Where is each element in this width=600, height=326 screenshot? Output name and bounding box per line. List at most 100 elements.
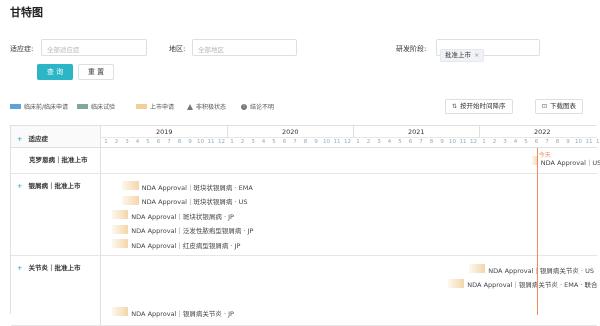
legend-label: 结论不明 bbox=[250, 102, 274, 111]
month-label: 8 bbox=[301, 139, 311, 145]
legend-swatch bbox=[136, 104, 147, 109]
legend-label: 临床试验 bbox=[91, 102, 115, 111]
month-label: 3 bbox=[248, 139, 258, 145]
gantt-bar[interactable] bbox=[448, 279, 465, 288]
month-label: 6 bbox=[154, 139, 164, 145]
legend-label: 非积极状态 bbox=[196, 102, 226, 111]
month-label: 3 bbox=[122, 139, 132, 145]
group-label-text: 关节炎｜批准上市 bbox=[28, 264, 80, 272]
month-label: 8 bbox=[553, 139, 563, 145]
gantt-bar-label: NDA Approval｜银屑病关节炎 · US bbox=[488, 265, 594, 275]
month-label: 3 bbox=[374, 139, 384, 145]
year-label: 2019 bbox=[156, 128, 173, 136]
month-label: 3 bbox=[500, 139, 510, 145]
gantt-bar[interactable] bbox=[112, 307, 129, 316]
legend-label: 临床前/临床申请 bbox=[24, 102, 68, 111]
download-icon: ⊡ bbox=[542, 103, 547, 110]
month-label: 11 bbox=[332, 139, 342, 145]
stage-label: 研发阶段: bbox=[396, 44, 426, 54]
gantt-bar-label: NDA Approval｜斑块状银屑病 · JP bbox=[131, 211, 234, 221]
legend-item: 非积极状态 bbox=[187, 102, 226, 111]
sort-icon: ⇅ bbox=[452, 103, 457, 110]
legend-swatch bbox=[77, 104, 88, 109]
gantt-bar[interactable] bbox=[122, 196, 139, 205]
gantt-bar-label: NDA Approval｜斑块状银屑病 · EMA bbox=[142, 182, 253, 192]
gantt-header: + 适应症 bbox=[11, 126, 101, 148]
triangle-icon bbox=[187, 104, 193, 110]
month-label: 7 bbox=[416, 139, 426, 145]
month-label: 2 bbox=[238, 139, 248, 145]
month-label: 2 bbox=[112, 139, 122, 145]
month-label: 9 bbox=[185, 139, 195, 145]
group-label: +银屑病｜批准上市 bbox=[11, 174, 101, 255]
month-label: 6 bbox=[280, 139, 290, 145]
month-label: 10 bbox=[574, 139, 584, 145]
month-label: 10 bbox=[196, 139, 206, 145]
month-label: 12 bbox=[595, 139, 600, 145]
month-axis: 1234567891011121234567891011121234567891… bbox=[101, 138, 597, 148]
year-label: 2020 bbox=[282, 128, 299, 136]
stage-select[interactable]: 批准上市× bbox=[436, 39, 540, 56]
region-select[interactable]: 全部地区 bbox=[192, 39, 297, 56]
gantt-group: +银屑病｜批准上市 NDA Approval｜斑块状银屑病 · EMA NDA Ap… bbox=[11, 174, 597, 256]
month-label: 4 bbox=[385, 139, 395, 145]
month-label: 9 bbox=[437, 139, 447, 145]
month-label: 2 bbox=[364, 139, 374, 145]
month-label: 10 bbox=[448, 139, 458, 145]
month-label: 12 bbox=[217, 139, 227, 145]
sort-button[interactable]: ⇅按开始时间降序 bbox=[445, 99, 513, 114]
month-label: 2 bbox=[490, 139, 500, 145]
month-label: 9 bbox=[563, 139, 573, 145]
sort-label: 按开始时间降序 bbox=[460, 102, 506, 110]
reset-button[interactable]: 重 置 bbox=[78, 64, 114, 80]
month-label: 5 bbox=[269, 139, 279, 145]
year-label: 2021 bbox=[408, 128, 425, 136]
legend-label: 上市申请 bbox=[150, 102, 174, 111]
month-label: 5 bbox=[395, 139, 405, 145]
month-label: 12 bbox=[343, 139, 353, 145]
month-label: 4 bbox=[133, 139, 143, 145]
gantt-bar[interactable] bbox=[469, 264, 486, 273]
stage-tag-text: 批准上市 bbox=[445, 51, 471, 59]
legend-item: 上市申请 bbox=[136, 102, 174, 111]
gantt-group: + 关节炎｜批准上市 NDA Approval｜银屑病关节炎 · US NDA App… bbox=[11, 256, 597, 326]
legend-item: !结论不明 bbox=[241, 102, 274, 111]
close-icon[interactable]: × bbox=[474, 51, 479, 59]
today-line bbox=[537, 148, 538, 315]
month-label: 11 bbox=[206, 139, 216, 145]
stage-tag: 批准上市× bbox=[440, 49, 484, 62]
info-icon: ! bbox=[241, 104, 247, 110]
month-label: 7 bbox=[290, 139, 300, 145]
month-label: 5 bbox=[143, 139, 153, 145]
gantt-header-label: 适应症 bbox=[28, 135, 48, 143]
year-axis: 2019 2020 2021 2022 bbox=[101, 126, 597, 138]
expand-icon[interactable]: + bbox=[17, 264, 22, 272]
month-label: 7 bbox=[164, 139, 174, 145]
gantt-bar[interactable] bbox=[122, 181, 139, 190]
month-label: 4 bbox=[259, 139, 269, 145]
gantt-bar[interactable] bbox=[112, 210, 129, 219]
expand-icon[interactable]: + bbox=[17, 182, 22, 190]
indication-label: 适应症: bbox=[10, 44, 33, 54]
month-label: 1 bbox=[227, 139, 237, 145]
month-label: 7 bbox=[542, 139, 552, 145]
year-divider bbox=[353, 126, 354, 138]
gantt-bar[interactable] bbox=[112, 239, 129, 248]
today-label: 今天 bbox=[539, 150, 551, 159]
indication-select[interactable]: 全部适应症 bbox=[41, 39, 147, 56]
gantt-chart: +适应症 2019202020212022 123456789101112123… bbox=[10, 125, 596, 314]
query-button[interactable]: 查 询 bbox=[37, 64, 73, 80]
group-label: + 关节炎｜批准上市 bbox=[11, 256, 101, 325]
gantt-bar-label: NDA Approval｜红皮病型银屑病 · JP bbox=[131, 240, 240, 250]
month-label: 12 bbox=[469, 139, 479, 145]
legend-swatch bbox=[10, 104, 21, 109]
gantt-bar-label: NDA Approval｜斑块状银屑病 · US bbox=[142, 196, 248, 206]
month-label: 11 bbox=[458, 139, 468, 145]
month-label: 1 bbox=[353, 139, 363, 145]
gantt-bar-label: NDA Approval｜银屑病关节炎 · JP bbox=[131, 308, 234, 318]
expand-all-icon[interactable]: + bbox=[17, 135, 22, 143]
download-button[interactable]: ⊡下载图表 bbox=[535, 99, 583, 114]
gantt-bar[interactable] bbox=[112, 225, 129, 234]
year-label: 2022 bbox=[534, 128, 551, 136]
group-label-text: 克罗恩病｜批准上市 bbox=[29, 156, 88, 164]
